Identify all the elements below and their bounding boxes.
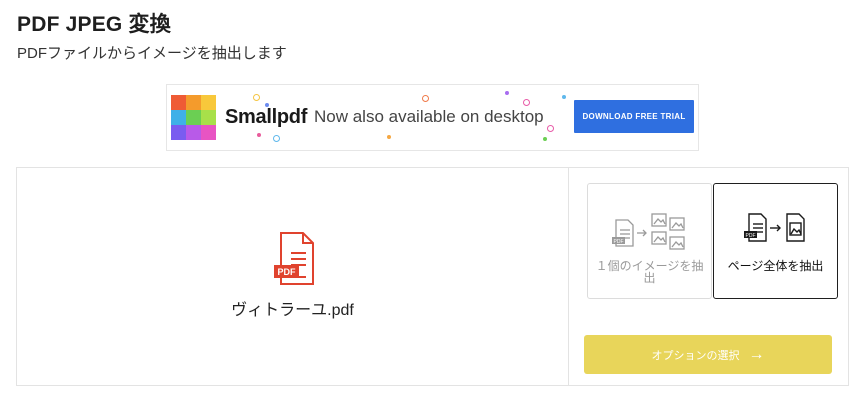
confetti-icon	[265, 103, 269, 107]
option-extract-single-images[interactable]: PDF １個のイメージを抽出	[587, 183, 712, 299]
file-name: ヴィトラーユ.pdf	[231, 302, 354, 319]
page-title: PDF JPEG 変換	[17, 13, 171, 36]
confetti-icon	[273, 135, 280, 142]
page-subtitle: PDFファイルからイメージを抽出します	[17, 45, 287, 62]
extract-single-images-icon: PDF	[611, 213, 685, 250]
option-label: １個のイメージを抽出	[595, 259, 704, 285]
confetti-icon	[257, 133, 261, 137]
pdf-badge-label: PDF	[745, 233, 755, 239]
confetti-icon	[543, 137, 547, 141]
choose-option-label: オプションの選択	[651, 349, 740, 362]
confetti-icon	[523, 99, 530, 106]
confetti-icon	[505, 91, 509, 95]
banner-brand: Smallpdf	[225, 106, 308, 128]
choose-option-button[interactable]: オプションの選択 →	[584, 335, 832, 374]
converter-panel: PDF ヴィトラーユ.pdf PDF １個のイメージを抽出 PDF ページ全体を…	[16, 167, 849, 386]
pdf-file-icon: PDF	[274, 232, 314, 285]
download-free-trial-button[interactable]: DOWNLOAD FREE TRIAL	[574, 100, 694, 133]
convert-full-page-icon: PDF	[743, 213, 805, 242]
banner-tagline: Now also available on desktop	[314, 107, 544, 126]
arrow-right-icon: →	[748, 345, 765, 363]
pdf-badge-label: PDF	[613, 239, 623, 245]
confetti-icon	[562, 95, 566, 99]
confetti-icon	[422, 95, 429, 102]
option-label: ページ全体を抽出	[727, 259, 824, 273]
confetti-icon	[547, 125, 554, 132]
smallpdf-logo-icon	[171, 95, 216, 140]
file-preview-area: PDF ヴィトラーユ.pdf	[17, 168, 569, 385]
option-convert-full-pages[interactable]: PDF ページ全体を抽出	[713, 183, 838, 299]
ad-banner[interactable]: Smallpdf Now also available on desktop D…	[166, 84, 699, 151]
confetti-icon	[253, 94, 260, 101]
confetti-icon	[387, 135, 391, 139]
pdf-badge-label: PDF	[278, 267, 297, 277]
